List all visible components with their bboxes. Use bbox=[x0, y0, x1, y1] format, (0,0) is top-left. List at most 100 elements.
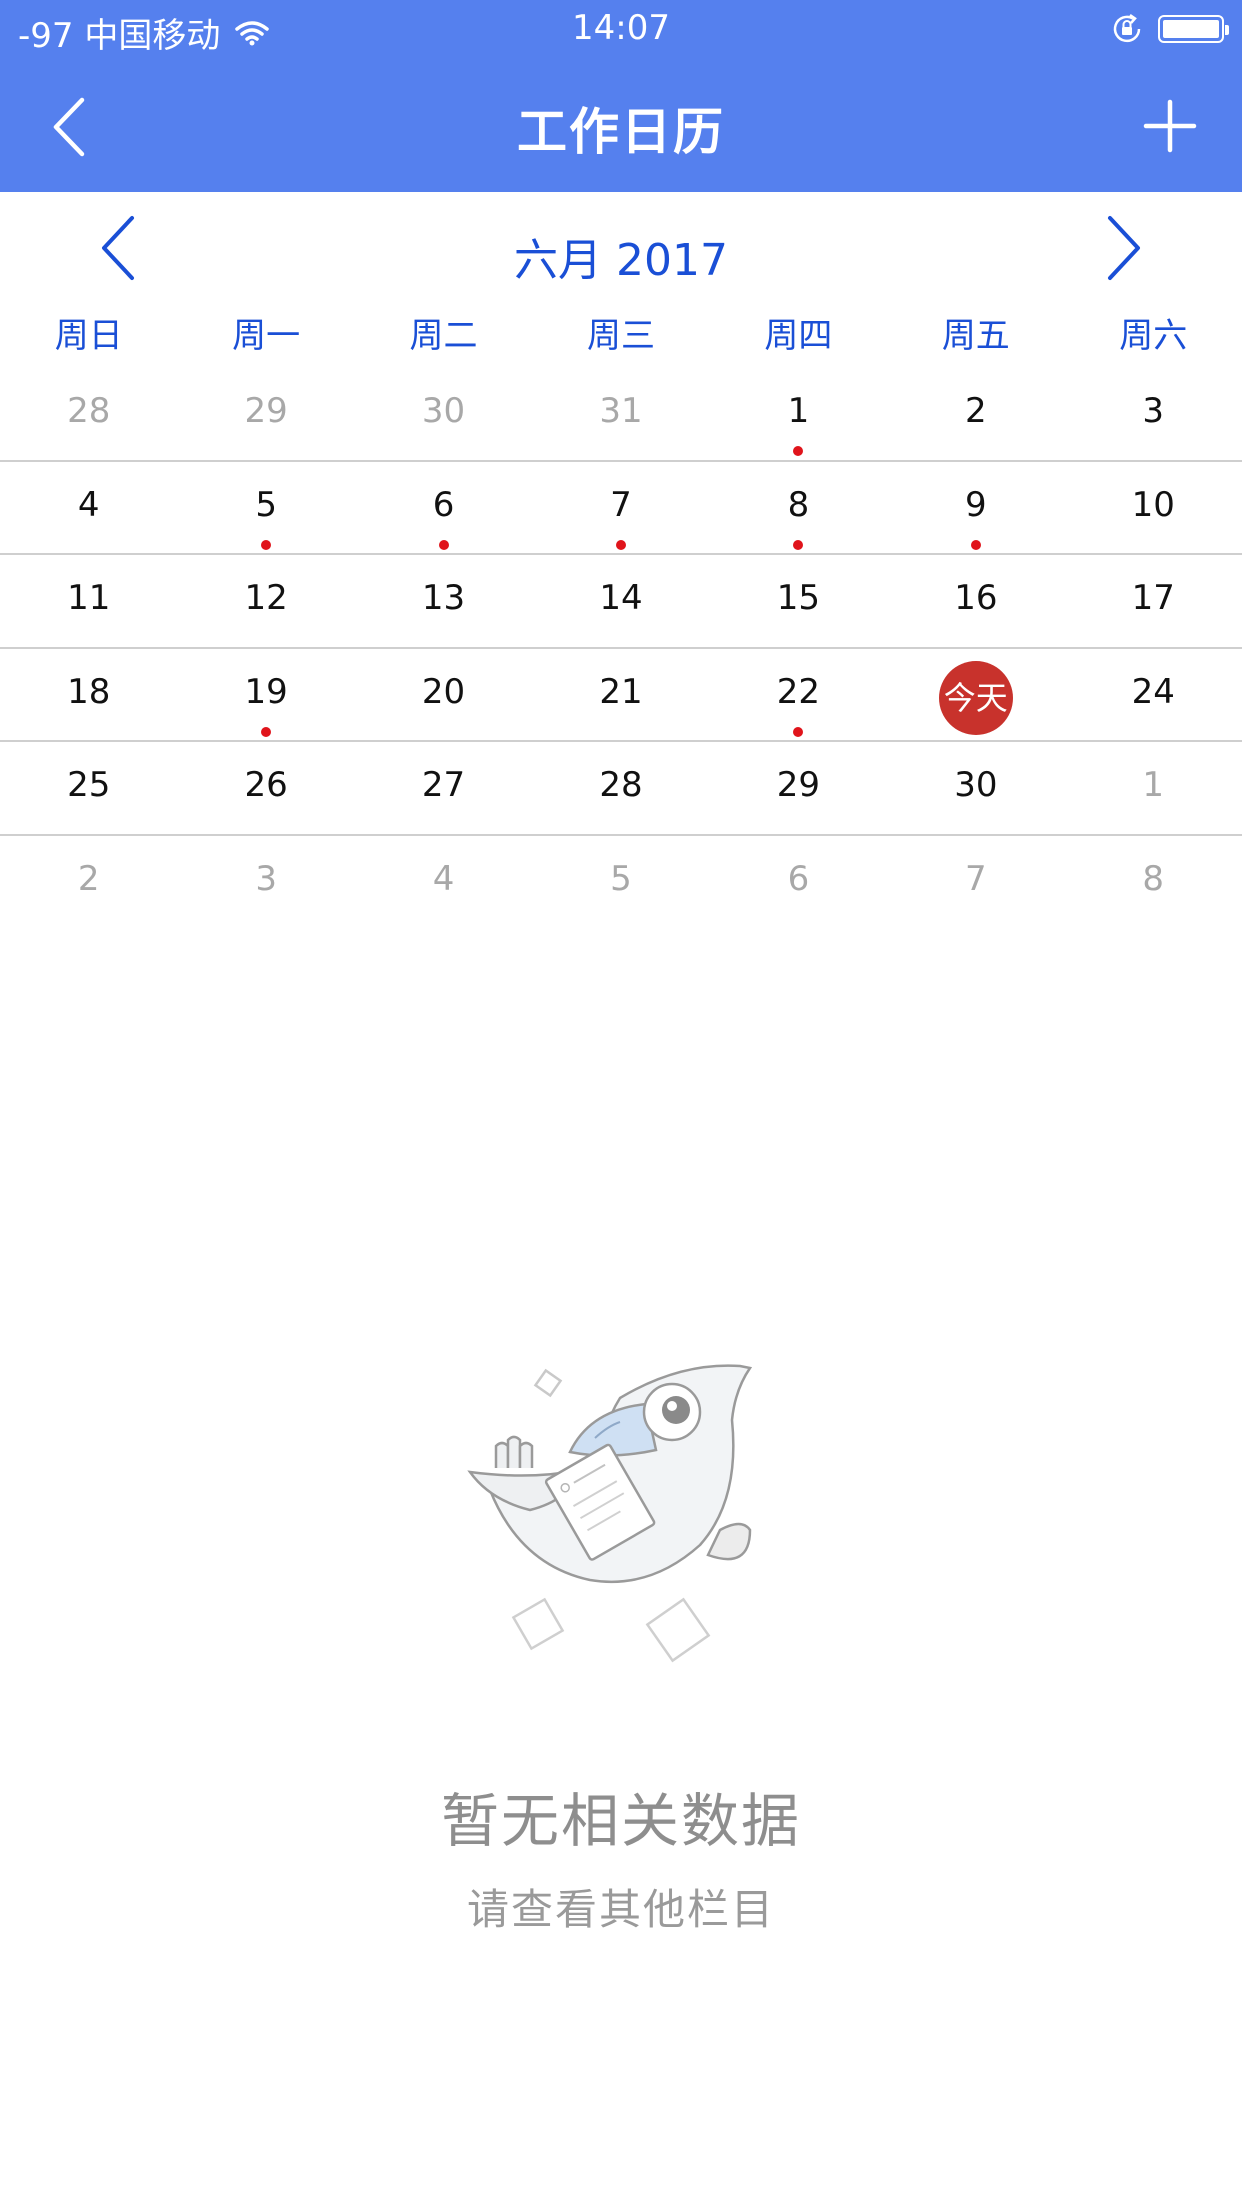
day-number: 22 bbox=[776, 671, 821, 712]
calendar-day[interactable]: 20 bbox=[355, 649, 532, 741]
weekday-tue: 周二 bbox=[409, 316, 478, 356]
weekday-sat: 周六 bbox=[1119, 316, 1188, 356]
day-number: 9 bbox=[965, 484, 987, 525]
today-badge: 今天 bbox=[938, 660, 1013, 735]
calendar-grid: 28 29 30 31 1 2 3 4 5 6 7 8 9 10 11 12 13 14 15 16 17 18 19 20 2… bbox=[0, 368, 1242, 929]
day-number: 8 bbox=[1142, 858, 1165, 899]
day-number: 30 bbox=[954, 765, 998, 805]
calendar-day[interactable]: 8 bbox=[710, 462, 887, 554]
day-number: 1 bbox=[787, 391, 810, 431]
day-number: 26 bbox=[244, 765, 288, 805]
calendar-day[interactable]: 17 bbox=[1065, 555, 1242, 647]
calendar-day[interactable]: 19 bbox=[177, 649, 354, 741]
day-number: 2 bbox=[965, 391, 987, 431]
calendar-day[interactable]: 1 bbox=[1065, 742, 1242, 834]
event-dot bbox=[793, 539, 804, 550]
day-number: 3 bbox=[1142, 391, 1165, 431]
calendar-day[interactable]: 16 bbox=[887, 555, 1064, 647]
day-number: 1 bbox=[1142, 765, 1165, 805]
calendar-day[interactable]: 29 bbox=[710, 742, 887, 834]
next-month-button[interactable] bbox=[1098, 212, 1148, 284]
calendar-day[interactable]: 29 bbox=[177, 368, 354, 460]
day-number: 25 bbox=[67, 765, 111, 805]
calendar-day[interactable]: 30 bbox=[355, 368, 532, 460]
calendar-day[interactable]: 7 bbox=[532, 462, 709, 554]
calendar-week: 25 26 27 28 29 30 1 bbox=[0, 742, 1242, 836]
day-number: 18 bbox=[67, 671, 111, 712]
calendar-day[interactable]: 25 bbox=[0, 742, 177, 834]
battery-icon bbox=[1158, 15, 1229, 43]
day-number: 13 bbox=[421, 578, 466, 618]
status-bar: -97 中国移动 14:07 bbox=[0, 0, 1242, 62]
calendar-day[interactable]: 9 bbox=[887, 462, 1064, 554]
calendar-week: 4 5 6 7 8 9 10 bbox=[0, 462, 1242, 555]
calendar-day[interactable]: 18 bbox=[0, 649, 177, 741]
calendar-day[interactable]: 21 bbox=[532, 649, 709, 741]
day-number: 17 bbox=[1131, 578, 1175, 618]
day-number: 5 bbox=[610, 858, 632, 899]
add-button[interactable] bbox=[1138, 94, 1202, 158]
calendar-day[interactable]: 11 bbox=[0, 555, 177, 647]
weekday-thu: 周四 bbox=[764, 316, 833, 356]
calendar-week: 28 29 30 31 1 2 3 bbox=[0, 368, 1242, 462]
weekday-mon: 周一 bbox=[232, 316, 301, 356]
calendar-day[interactable]: 2 bbox=[887, 368, 1064, 460]
month-selector: 六月 2017 bbox=[0, 192, 1242, 312]
calendar-day[interactable]: 12 bbox=[177, 555, 354, 647]
calendar-day[interactable]: 3 bbox=[177, 836, 354, 930]
day-number: 4 bbox=[432, 858, 455, 899]
calendar-day[interactable]: 28 bbox=[532, 742, 709, 834]
calendar-day[interactable]: 6 bbox=[355, 462, 532, 554]
day-number: 3 bbox=[255, 858, 277, 899]
calendar-day[interactable]: 30 bbox=[887, 742, 1064, 834]
day-number: 15 bbox=[776, 578, 821, 618]
day-number: 19 bbox=[244, 671, 288, 712]
status-right bbox=[1110, 12, 1229, 46]
calendar-day[interactable]: 8 bbox=[1065, 836, 1242, 930]
day-number: 29 bbox=[244, 391, 288, 431]
day-number: 30 bbox=[421, 391, 466, 431]
empty-state-illustration bbox=[467, 1364, 753, 1663]
calendar-day[interactable]: 4 bbox=[0, 462, 177, 554]
calendar-day[interactable]: 10 bbox=[1065, 462, 1242, 554]
calendar-day[interactable]: 24 bbox=[1065, 649, 1242, 741]
calendar-day[interactable]: 2 bbox=[0, 836, 177, 930]
event-dot bbox=[438, 539, 449, 550]
calendar-day[interactable]: 22 bbox=[710, 649, 887, 741]
calendar-day[interactable]: 6 bbox=[710, 836, 887, 930]
calendar-day[interactable]: 15 bbox=[710, 555, 887, 647]
rotation-lock-icon bbox=[1113, 13, 1141, 43]
calendar-day[interactable]: 31 bbox=[532, 368, 709, 460]
weekday-sun: 周日 bbox=[54, 316, 123, 356]
day-number: 7 bbox=[965, 858, 987, 899]
event-dot bbox=[793, 446, 804, 456]
event-dot bbox=[261, 726, 272, 737]
calendar-day[interactable]: 3 bbox=[1065, 368, 1242, 460]
calendar-day-today[interactable]: 今天 bbox=[887, 649, 1064, 741]
day-number: 6 bbox=[432, 484, 455, 525]
day-number: 11 bbox=[67, 578, 111, 618]
calendar-day[interactable]: 14 bbox=[532, 555, 709, 647]
calendar-day[interactable]: 13 bbox=[355, 555, 532, 647]
day-number: 12 bbox=[244, 578, 288, 618]
event-dot bbox=[793, 726, 804, 737]
day-number: 29 bbox=[776, 765, 821, 805]
day-number: 31 bbox=[599, 391, 643, 431]
header: -97 中国移动 14:07 工作日历 bbox=[0, 0, 1242, 192]
calendar-day[interactable]: 5 bbox=[532, 836, 709, 930]
nav-bar: 工作日历 bbox=[0, 62, 1242, 192]
calendar-day[interactable]: 4 bbox=[355, 836, 532, 930]
calendar-day[interactable]: 5 bbox=[177, 462, 354, 554]
calendar-day[interactable]: 26 bbox=[177, 742, 354, 834]
event-dot bbox=[970, 539, 981, 550]
day-number: 5 bbox=[255, 484, 277, 525]
calendar-week: 2 3 4 5 6 7 8 bbox=[0, 836, 1242, 930]
month-label: 六月 2017 bbox=[514, 235, 728, 286]
calendar-day[interactable]: 7 bbox=[887, 836, 1064, 930]
calendar-day[interactable]: 27 bbox=[355, 742, 532, 834]
empty-state-subtitle: 请查看其他栏目 bbox=[466, 1885, 775, 1934]
day-number: 24 bbox=[1131, 671, 1175, 712]
calendar-day[interactable]: 28 bbox=[0, 368, 177, 460]
day-number: 6 bbox=[787, 858, 810, 899]
calendar-day[interactable]: 1 bbox=[710, 368, 887, 460]
